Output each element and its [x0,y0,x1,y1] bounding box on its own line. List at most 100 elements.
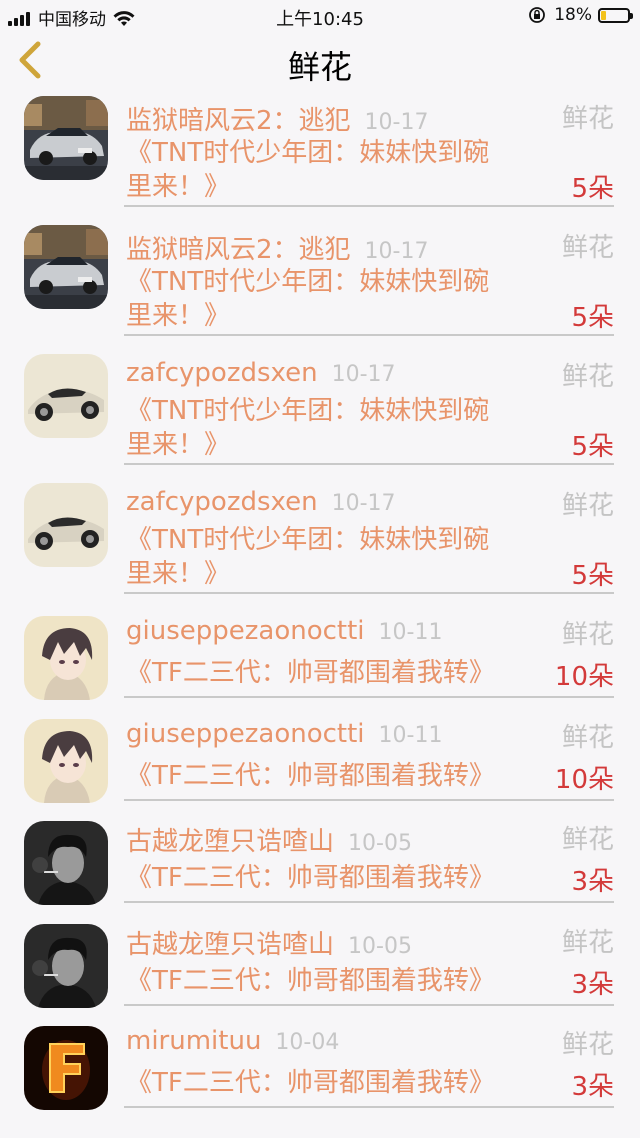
record-date: 10-05 [348,933,412,959]
battery-percent: 18% [554,5,592,25]
book-title-line-2: 里来！》 [126,559,231,589]
avatar[interactable] [24,225,108,309]
record-date: 10-17 [364,110,429,135]
avatar[interactable] [24,718,108,803]
gift-type-label: 鲜花 [561,722,614,753]
list-item[interactable]: 监狱暗风云2：逃犯 10-17 鲜花《TNT时代少年团：妹妹快到碗 里来！》 5朵 [0,88,640,217]
sender-name[interactable]: 监狱暗风云2：逃犯 [126,106,351,136]
battery-icon [598,7,633,23]
sender-name[interactable]: zafcypozdsxen [126,358,318,388]
book-title[interactable]: 《TF二三代：帅哥都围着我转》 [126,656,495,690]
sender-name-line: zafcypozdsxen 10-17 [126,358,396,388]
row-divider [124,463,614,465]
book-title-line-1: 《TF二三代：帅哥都围着我转》 [126,658,495,688]
book-title[interactable]: 《TF二三代：帅哥都围着我转》 [126,759,495,793]
status-bar: 中国移动 上午10:45 18% [0,0,640,32]
list-item[interactable]: 监狱暗风云2：逃犯 10-17 鲜花《TNT时代少年团：妹妹快到碗 里来！》 5朵 [0,217,640,346]
avatar[interactable] [24,96,108,180]
gift-type-label: 鲜花 [561,104,614,134]
flower-count: 3朵 [571,867,614,897]
list-item[interactable]: giuseppezaonoctti 10-11 鲜花《TF二三代：帅哥都围着我转》 1… [0,707,640,810]
page-title: 鲜花 [287,48,352,86]
nav-bar: 鲜花 [0,32,640,88]
sender-name[interactable]: zafcypozdsxen [126,487,318,517]
book-title-line-2: 里来！》 [126,172,231,202]
list-item[interactable]: giuseppezaonoctti 10-11 鲜花《TF二三代：帅哥都围着我转》 1… [0,604,640,707]
sender-name-line: 监狱暗风云2：逃犯 10-17 [126,229,428,266]
row-divider [124,334,614,336]
list-item[interactable]: 古越龙堕只诰喳山 10-05 鲜花《TF二三代：帅哥都围着我转》 3朵 [0,912,640,1015]
book-title-line-1: 《TF二三代：帅哥都围着我转》 [126,863,495,893]
book-title-line-2: 里来！》 [126,301,231,331]
gift-type-label: 鲜花 [561,1030,614,1060]
book-title-line-1: 《TF二三代：帅哥都围着我转》 [126,760,495,791]
gift-type-label: 鲜花 [561,620,614,650]
row-divider [124,592,614,594]
sender-name[interactable]: 古越龙堕只诰喳山 [126,827,334,857]
book-title[interactable]: 《TNT时代少年团：妹妹快到碗 里来！》 [126,136,489,204]
sender-name[interactable]: giuseppezaonoctti [126,719,365,749]
sender-name[interactable]: mirumituu [126,1026,261,1056]
flower-count: 5朵 [571,432,614,462]
avatar[interactable] [24,354,108,438]
flower-count: 3朵 [571,969,614,1000]
row-divider [124,1003,614,1006]
record-date: 10-11 [378,620,443,645]
sender-name[interactable]: 古越龙堕只诰喳山 [126,930,334,960]
flower-count: 3朵 [571,1072,614,1102]
gift-type-label: 鲜花 [561,491,614,521]
book-title[interactable]: 《TNT时代少年团：妹妹快到碗 里来！》 [126,523,489,591]
book-title[interactable]: 《TNT时代少年团：妹妹快到碗 里来！》 [126,394,489,462]
avatar[interactable] [24,821,108,905]
status-right: 18% [528,5,633,25]
sender-name[interactable]: giuseppezaonoctti [126,616,365,646]
gift-type-label: 鲜花 [561,362,614,392]
book-title-line-2: 里来！》 [126,430,231,460]
book-title[interactable]: 《TF二三代：帅哥都围着我转》 [126,964,495,998]
sender-name-line: giuseppezaonoctti 10-11 [126,719,442,749]
book-title[interactable]: 《TF二三代：帅哥都围着我转》 [126,1066,495,1100]
book-title-line-1: 《TNT时代少年团：妹妹快到碗 [126,525,490,555]
sender-name-line: 监狱暗风云2：逃犯 10-17 [126,100,428,137]
flower-count: 5朵 [571,174,614,204]
sender-name[interactable]: 监狱暗风云2：逃犯 [126,235,351,265]
record-date: 10-17 [331,491,396,516]
record-date: 10-11 [378,722,443,748]
gift-type-label: 鲜花 [561,233,614,263]
sender-name-line: mirumituu 10-04 [126,1026,339,1056]
record-date: 10-05 [348,831,412,856]
book-title-line-1: 《TNT时代少年团：妹妹快到碗 [126,267,490,297]
list-item[interactable]: 古越龙堕只诰喳山 10-05 鲜花《TF二三代：帅哥都围着我转》 3朵 [0,809,640,912]
sender-name-line: 古越龙堕只诰喳山 10-05 [126,821,412,858]
record-date: 10-17 [331,362,396,387]
list-item[interactable]: zafcypozdsxen 10-17 鲜花 《TNT时代少年团：妹妹快到碗 里来！》 5… [0,475,640,604]
record-date: 10-04 [275,1030,340,1055]
avatar[interactable] [24,923,108,1008]
flower-count: 10朵 [554,662,614,692]
flower-count: 10朵 [554,764,614,795]
row-divider [124,1106,614,1108]
row-divider [124,696,614,698]
row-divider [124,798,614,801]
sender-name-line: giuseppezaonoctti 10-11 [126,616,442,646]
flower-count: 5朵 [571,303,614,333]
book-title-line-1: 《TNT时代少年团：妹妹快到碗 [126,396,490,426]
avatar[interactable] [24,1026,108,1110]
book-title-line-1: 《TNT时代少年团：妹妹快到碗 [126,138,490,168]
avatar[interactable] [24,483,108,567]
book-title-line-1: 《TF二三代：帅哥都围着我转》 [126,965,495,996]
sender-name-line: zafcypozdsxen 10-17 [126,487,396,517]
gift-type-label: 鲜花 [561,825,614,855]
orientation-lock-icon [529,7,546,23]
book-title-line-1: 《TF二三代：帅哥都围着我转》 [126,1068,495,1098]
row-divider [124,901,614,903]
battery-fill [601,10,606,20]
list-item[interactable]: zafcypozdsxen 10-17 鲜花《TNT时代少年团：妹妹快到碗 里来！》 5… [0,346,640,475]
book-title[interactable]: 《TF二三代：帅哥都围着我转》 [126,861,495,895]
book-title[interactable]: 《TNT时代少年团：妹妹快到碗 里来！》 [126,265,489,333]
list-item[interactable]: mirumituu 10-04 鲜花《TF二三代：帅哥都围着我转》 3朵 [0,1014,640,1117]
avatar[interactable] [24,616,108,700]
gift-type-label: 鲜花 [561,927,614,958]
row-divider [124,205,614,207]
sender-name-line: 古越龙堕只诰喳山 10-05 [126,924,412,961]
